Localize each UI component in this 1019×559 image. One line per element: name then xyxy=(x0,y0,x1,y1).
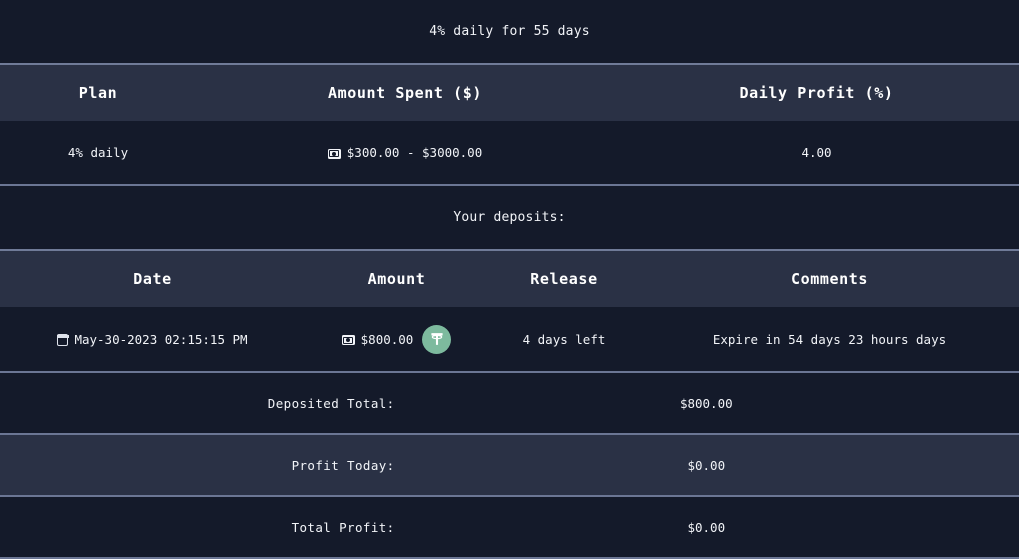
summary-value-deposited-total: $800.00 xyxy=(679,395,733,411)
deposit-cell-comments: Expire in 54 days 23 hours days xyxy=(712,331,947,347)
deposits-table-header-amount: Amount xyxy=(367,270,426,288)
calendar-icon xyxy=(56,334,69,346)
summary-value-total-profit: $0.00 xyxy=(687,519,726,535)
money-icon xyxy=(341,335,355,345)
summary-row-deposited-total: Deposited Total: $800.00 xyxy=(0,373,1019,435)
plan-table-header-amount-spent: Amount Spent ($) xyxy=(327,84,483,102)
plan-table-header-daily-profit: Daily Profit (%) xyxy=(739,84,894,102)
deposits-caption: Your deposits: xyxy=(0,186,1019,249)
plan-cell-amount-spent: $300.00 - $3000.00 xyxy=(196,145,614,160)
deposit-date-text: May-30-2023 02:15:15 PM xyxy=(74,331,248,347)
deposit-cell-release: 4 days left xyxy=(522,331,606,347)
deposits-table-header-comments: Comments xyxy=(790,270,869,288)
summary-label-profit-today: Profit Today: xyxy=(291,457,395,473)
summary-row-total-profit: Total Profit: $0.00 xyxy=(0,497,1019,559)
plan-table-header-plan: Plan xyxy=(78,84,118,102)
deposits-table-header-date: Date xyxy=(133,270,172,288)
plan-amount-spent-text: $300.00 - $3000.00 xyxy=(346,145,483,160)
plan-cell-name: 4% daily xyxy=(67,145,129,160)
deposits-table-header: Date Amount Release Comments xyxy=(0,249,1019,307)
summary-label-total-profit: Total Profit: xyxy=(291,519,395,535)
summary-label-deposited-total: Deposited Total: xyxy=(267,395,395,411)
deposits-table-header-release: Release xyxy=(530,270,598,288)
plan-cell-daily-profit: 4.00 xyxy=(801,145,832,160)
plan-table-row: 4% daily $300.00 - $3000.00 4.00 xyxy=(0,121,1019,186)
investment-plan-panel: 4% daily for 55 days Plan Amount Spent (… xyxy=(0,0,1019,559)
deposit-amount-text: $800.00 xyxy=(360,331,414,347)
money-icon xyxy=(327,148,341,159)
plan-caption-text: 4% daily for 55 days xyxy=(429,24,590,39)
deposits-caption-text: Your deposits: xyxy=(453,210,566,225)
deposits-table-row: May-30-2023 02:15:15 PM $800.00 4 days l… xyxy=(0,307,1019,373)
plan-table-header: Plan Amount Spent ($) Daily Profit (%) xyxy=(0,63,1019,121)
deposit-cell-amount: $800.00 xyxy=(305,324,488,354)
summary-value-profit-today: $0.00 xyxy=(687,457,726,473)
deposit-cell-date: May-30-2023 02:15:15 PM xyxy=(0,332,305,347)
plan-caption: 4% daily for 55 days xyxy=(0,0,1019,63)
summary-row-profit-today: Profit Today: $0.00 xyxy=(0,435,1019,497)
usdt-icon xyxy=(422,324,452,354)
